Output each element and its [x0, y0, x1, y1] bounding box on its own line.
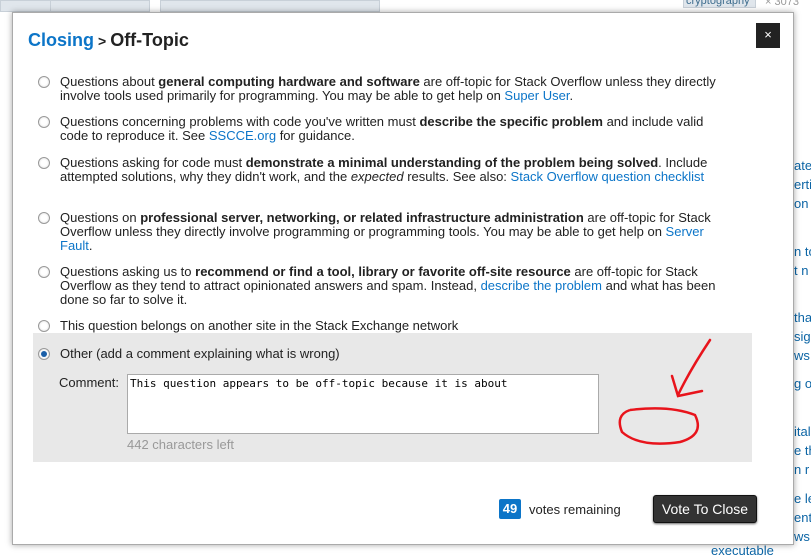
arrow-annotation-icon [670, 338, 712, 398]
red-annotation [618, 338, 712, 445]
circle-annotation-icon [618, 407, 700, 445]
